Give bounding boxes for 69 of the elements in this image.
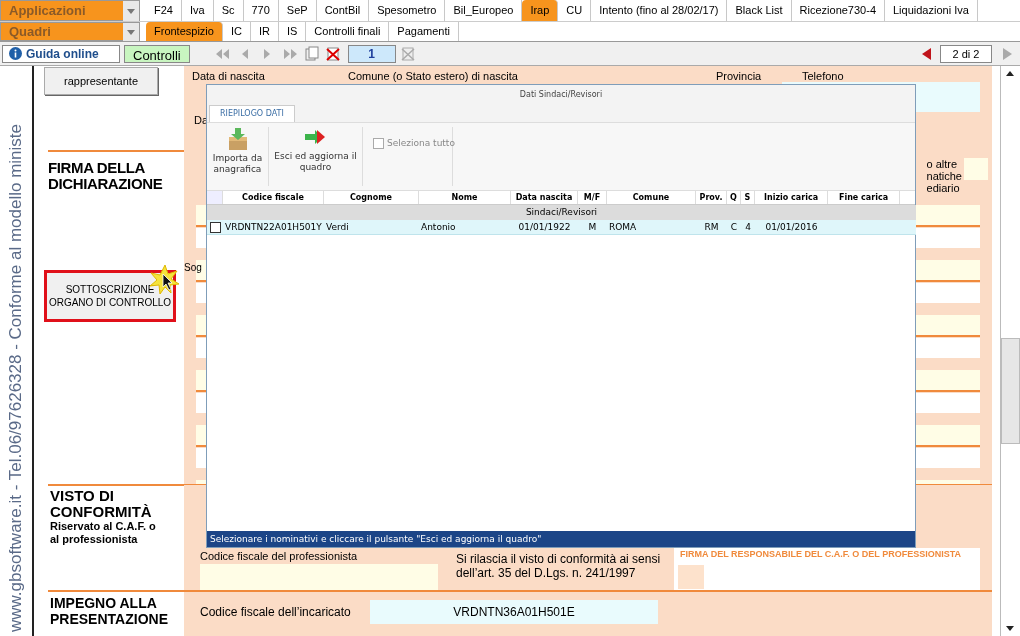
delete-page-icon[interactable] <box>399 45 416 62</box>
section-title: FIRMA DELLA DICHIARAZIONE <box>48 160 164 192</box>
scroll-thumb[interactable] <box>1001 338 1020 444</box>
tab[interactable]: Irap <box>522 0 559 21</box>
rappresentante-button[interactable]: rappresentante <box>44 67 158 95</box>
column-header[interactable]: M/F <box>578 191 607 204</box>
form-field[interactable] <box>964 158 988 180</box>
field-label: Sog <box>184 261 202 275</box>
scrollbar[interactable] <box>1000 66 1020 636</box>
column-header[interactable]: Comune <box>607 191 696 204</box>
table-cell: VRDNTN22A01H501Y <box>225 221 322 232</box>
side-banner-text: www.gbsoftware.it - Tel.06/97626328 - Conforme al modello ministe <box>5 123 27 632</box>
import-button[interactable]: Importa da anagrafica <box>207 127 269 186</box>
field-label: Codice fiscale del professionista <box>200 548 359 564</box>
section-subtitle: Riservato al C.A.F. o al professionista <box>50 520 157 546</box>
field-label: Codice fiscale dell’incaricato <box>200 604 352 621</box>
page-count: 2 di 2 <box>940 44 992 63</box>
certificate-text: dell’art. 35 del D.Lgs. n. 241/1997 <box>456 565 637 580</box>
group-row: Sindaci/Revisori <box>207 205 916 220</box>
note-text: natiche <box>926 170 962 182</box>
table-row[interactable]: VRDNTN22A01H501Y Verdi Antonio 01/01/1922 M ROMA RM C 4 01/01/2016 <box>207 220 916 235</box>
table-cell: RM <box>704 221 719 232</box>
table-cell: 01/01/2016 <box>765 221 818 232</box>
column-header[interactable]: Data nascita <box>511 191 578 204</box>
field-label: Data di nascita <box>192 69 266 82</box>
table-cell: 4 <box>745 221 751 232</box>
page-field[interactable]: 1 <box>347 44 396 63</box>
checkbox[interactable] <box>209 221 221 233</box>
column-header[interactable]: Nome <box>419 191 511 204</box>
status-bar: Selezionare i nominativi e cliccare il pulsante "Esci ed aggiorna il quadro" <box>207 531 915 547</box>
form-field[interactable] <box>200 564 438 590</box>
tab[interactable]: Frontespizio <box>146 22 223 41</box>
dialog-title: Dati Sindaci/Revisori <box>519 89 603 101</box>
column-header[interactable]: Cognome <box>324 191 419 204</box>
controls-button[interactable]: Controlli <box>124 44 190 63</box>
field-label: Provincia <box>716 69 763 82</box>
field-label: Telefono <box>802 69 844 82</box>
column-header[interactable]: S <box>741 191 755 204</box>
section-title: VISTO DI CONFORMITÀ <box>50 488 150 520</box>
help-button[interactable]: Guida online <box>2 44 120 63</box>
table-cell: 01/01/1922 <box>518 221 571 232</box>
info-icon <box>9 47 22 60</box>
sottoscrizione-button[interactable]: SOTTOSCRIZIONE ORGANO DI CONTROLLO <box>44 270 176 322</box>
signature-label: FIRMA DEL RESPONSABILE DEL C.A.F. O DEL PROFESSIONISTA <box>679 547 963 561</box>
checkbox[interactable] <box>373 138 384 150</box>
table-cell: Verdi <box>326 221 349 232</box>
box-icon <box>226 127 249 151</box>
table-cell: ROMA <box>609 221 637 232</box>
form-field[interactable]: VRDNTN36A01H501E <box>370 600 658 624</box>
column-header[interactable]: Q <box>727 191 741 204</box>
next-icon[interactable] <box>1000 46 1014 61</box>
table-cell: Antonio <box>421 221 456 232</box>
caret-icon <box>123 0 139 21</box>
select-all-checkbox[interactable]: Seleziona tutto <box>373 137 455 151</box>
tab[interactable]: RIEPILOGO DATI <box>209 105 295 122</box>
note-text: o altre <box>926 158 959 170</box>
previous-icon[interactable] <box>920 46 932 61</box>
note-text: ediario <box>926 182 961 194</box>
table-cell: M <box>588 221 597 232</box>
form-field[interactable] <box>678 565 704 589</box>
column-header[interactable]: Fine carica <box>828 191 900 204</box>
column-header[interactable]: Inizio carica <box>755 191 828 204</box>
section-title: IMPEGNO ALLA PRESENTAZIONE <box>50 595 169 627</box>
certificate-text: Si rilascia il visto di conformità ai sensi <box>456 551 662 566</box>
column-header[interactable]: Codice fiscale <box>223 191 324 204</box>
column-header[interactable]: Prov. <box>696 191 727 204</box>
exit-update-button[interactable]: Esci ed aggiorna il quadro <box>269 127 363 186</box>
field-label: Comune (o Stato estero) di nascita <box>348 69 519 82</box>
table-cell: C <box>730 221 738 232</box>
